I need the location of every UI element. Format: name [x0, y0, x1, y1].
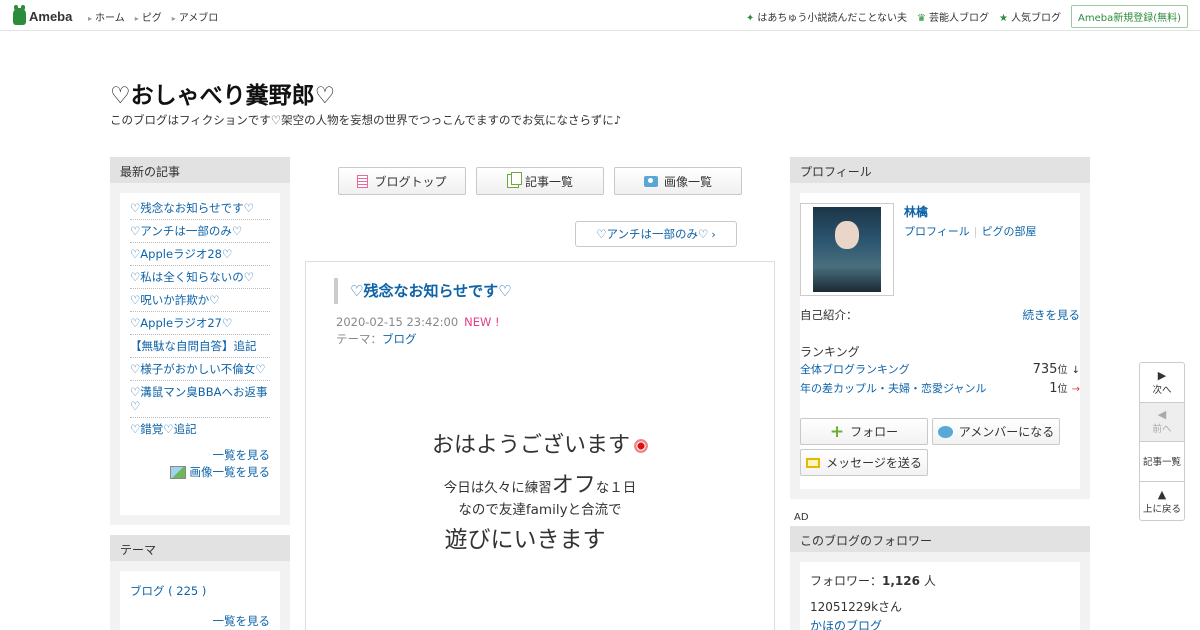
- nav-home[interactable]: ホーム: [88, 9, 125, 24]
- entry-list-button[interactable]: 記事一覧: [476, 167, 604, 195]
- blog-description: このブログはフィクションです♡架空の人物を妄想の世界でつっこんでますのでお気にな…: [110, 113, 622, 127]
- recent-entries-box: 最新の記事 ♡残念なお知らせです♡ ♡アンチは一部のみ♡ ♡Appleラジオ28…: [110, 157, 290, 525]
- follower-name: 12051229kさん: [810, 600, 903, 614]
- theme-box: テーマ ブログ ( 225 ) 一覧を見る: [110, 535, 290, 630]
- avatar-image: [813, 207, 881, 292]
- arrow-down-icon: ↓: [1071, 365, 1080, 376]
- float-list-button[interactable]: 記事一覧: [1140, 442, 1184, 482]
- header-right: ✦ はあちゅう小説読んだことない夫 ♛ 芸能人ブログ ★ 人気ブログ Ameba新規登…: [746, 5, 1188, 28]
- message-button[interactable]: メッセージを送る: [800, 449, 928, 476]
- next-entry-link[interactable]: ♡アンチは一部のみ♡ ›: [575, 221, 737, 247]
- float-next-button[interactable]: ▶ 次へ: [1140, 363, 1184, 403]
- new-badge: NEW !: [464, 315, 500, 329]
- header-link-popular[interactable]: ★ 人気ブログ: [999, 9, 1061, 24]
- arrow-right-icon: →: [1071, 384, 1080, 395]
- avatar[interactable]: [800, 203, 894, 296]
- list-item[interactable]: ♡アンチは一部のみ♡: [130, 220, 270, 243]
- play-right-icon: ▶: [1157, 368, 1167, 382]
- article: ♡残念なお知らせです♡ 2020-02-15 23:42:00 NEW ! テーマ…: [305, 261, 775, 630]
- follower-count: フォロワー：1,126 人: [810, 574, 936, 588]
- logo-text: Ameba: [29, 8, 73, 24]
- float-prev-button[interactable]: ◀ 前へ: [1140, 402, 1184, 442]
- follower-blog-link[interactable]: かほのブログ: [810, 619, 882, 630]
- pigg-room-link[interactable]: ピグの部屋: [982, 225, 1037, 238]
- followers-inner: フォロワー：1,126 人 12051229kさん かほのブログ: [800, 562, 1080, 630]
- theme-item-blog[interactable]: ブログ ( 225 ): [130, 584, 206, 598]
- profile-box: プロフィール 林檎 プロフィール | ピグの部屋 自己紹介： 続きを見る ランキング…: [790, 157, 1090, 499]
- sparkle-icon: ✦: [745, 13, 755, 24]
- floating-nav: ▶ 次へ ◀ 前へ 記事一覧 ▲ 上に戻る: [1139, 362, 1185, 521]
- article-theme-link[interactable]: ブログ: [382, 332, 417, 346]
- recent-more-link[interactable]: 一覧を見る: [213, 448, 271, 462]
- list-item[interactable]: ♡溝鼠マン臭BBAへお返事♡: [130, 381, 270, 418]
- article-meta: 2020-02-15 23:42:00 NEW !: [336, 315, 500, 329]
- intro-label: 自己紹介：: [800, 308, 858, 322]
- article-theme: テーマ：ブログ: [336, 332, 417, 346]
- recent-entries-list: ♡残念なお知らせです♡ ♡アンチは一部のみ♡ ♡Appleラジオ28♡ ♡私は全…: [120, 193, 280, 444]
- ranking-row-overall: 全体ブログランキング 735位 ↓: [800, 362, 1080, 377]
- profile-links: プロフィール | ピグの部屋: [904, 225, 1037, 238]
- pages-icon: [506, 172, 522, 188]
- article-date: 2020-02-15 23:42:00: [336, 315, 459, 329]
- triangle-up-icon: ▲: [1157, 487, 1167, 501]
- mail-icon: [806, 457, 821, 468]
- followers-box: このブログのフォロワー フォロワー：1,126 人 12051229kさん かほ…: [790, 526, 1090, 630]
- intro-more-link[interactable]: 続きを見る: [1023, 307, 1081, 323]
- blog-title[interactable]: ♡おしゃべり糞野郎♡: [110, 76, 335, 110]
- amember-button[interactable]: アメンバーになる: [932, 418, 1060, 445]
- image-icon: [169, 465, 186, 479]
- recent-entries-inner: ♡残念なお知らせです♡ ♡アンチは一部のみ♡ ♡Appleラジオ28♡ ♡私は全…: [120, 193, 280, 515]
- list-item[interactable]: ♡Appleラジオ27♡: [130, 312, 270, 335]
- image-list-button[interactable]: 画像一覧: [614, 167, 742, 195]
- recent-entries-heading: 最新の記事: [110, 157, 290, 183]
- article-body-line4: 遊びにいきます: [444, 527, 606, 553]
- float-top-button[interactable]: ▲ 上に戻る: [1140, 482, 1184, 522]
- theme-heading: テーマ: [110, 535, 290, 561]
- followers-heading: このブログのフォロワー: [790, 526, 1090, 552]
- chevron-right-icon: ›: [711, 227, 716, 241]
- sun-emoji-icon: [634, 439, 648, 453]
- speech-bubble-icon: [937, 425, 953, 438]
- camera-icon: [643, 175, 658, 187]
- profile-heading: プロフィール: [790, 157, 1090, 183]
- document-icon: [357, 174, 369, 188]
- theme-more-link[interactable]: 一覧を見る: [213, 614, 271, 628]
- header-link-trend[interactable]: ✦ はあちゅう小説読んだことない夫: [746, 9, 907, 24]
- ameba-logo[interactable]: Ameba: [13, 4, 73, 26]
- ameba-logo-icon: [13, 4, 26, 25]
- list-item[interactable]: ♡呪いか詐欺か♡: [130, 289, 270, 312]
- ranking-label: ランキング: [800, 345, 860, 359]
- nav-ameblo[interactable]: アメブロ: [172, 9, 219, 24]
- theme-inner: ブログ ( 225 ) 一覧を見る: [120, 571, 280, 630]
- plus-icon: +: [829, 421, 845, 442]
- list-item[interactable]: ♡残念なお知らせです♡: [130, 197, 270, 220]
- image-list-link[interactable]: 画像一覧を見る: [120, 463, 280, 488]
- follow-button[interactable]: + フォロー: [800, 418, 928, 445]
- list-item[interactable]: ♡私は全く知らないの♡: [130, 266, 270, 289]
- list-item[interactable]: ♡錯覚♡追記: [130, 418, 270, 440]
- profile-name[interactable]: 林檎: [904, 203, 928, 220]
- profile-link[interactable]: プロフィール: [904, 225, 970, 238]
- article-body-line1: おはようございます: [306, 427, 774, 459]
- article-body-line2: 今日は久々に練習オフな１日: [443, 473, 637, 498]
- article-title[interactable]: ♡残念なお知らせです♡: [334, 278, 512, 304]
- article-body-line3: なので友達familyと合流で: [458, 502, 622, 518]
- nav-pigg[interactable]: ピグ: [135, 9, 162, 24]
- signup-button[interactable]: Ameba新規登録(無料): [1070, 5, 1188, 28]
- play-left-icon: ◀: [1157, 408, 1167, 422]
- header-link-celebrity[interactable]: ♛ 芸能人ブログ: [917, 9, 989, 24]
- list-item[interactable]: ♡Appleラジオ28♡: [130, 243, 270, 266]
- profile-inner: 林檎 プロフィール | ピグの部屋 自己紹介： 続きを見る ランキング 全体ブログラ…: [800, 193, 1080, 489]
- list-item[interactable]: 【無駄な自問自答】追記: [130, 335, 270, 358]
- crown-icon: ♛: [917, 13, 927, 24]
- blog-top-button[interactable]: ブログトップ: [338, 167, 466, 195]
- list-item[interactable]: ♡様子がおかしい不倫女♡: [130, 358, 270, 381]
- ad-label: AD: [794, 512, 809, 523]
- header-nav: ホーム ピグ アメブロ: [88, 9, 218, 24]
- star-icon: ★: [999, 13, 1008, 24]
- global-header: Ameba ホーム ピグ アメブロ ✦はあちゅう小説読んだことない夫 ♛芸能人ブ…: [0, 0, 1200, 31]
- ranking-row-genre: 年の差カップル・夫婦・恋愛ジャンル 1位 →: [800, 381, 1080, 396]
